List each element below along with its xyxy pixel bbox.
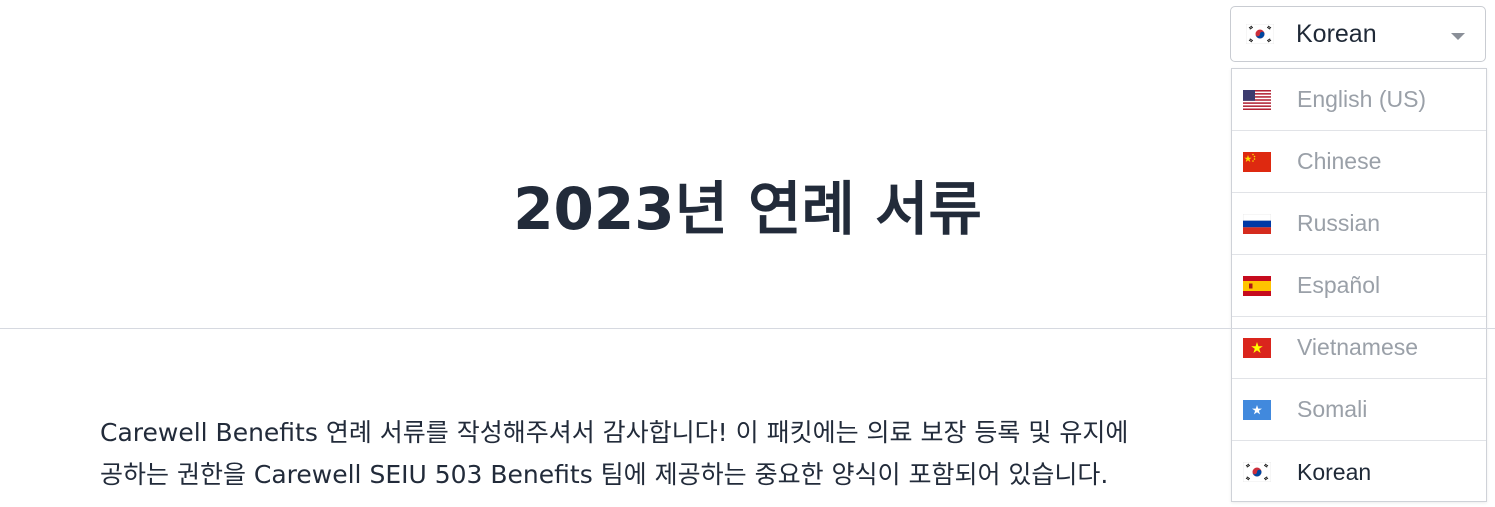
vietnam-flag-icon — [1243, 337, 1271, 358]
language-option-label: Korean — [1297, 458, 1372, 485]
somalia-flag-icon — [1243, 399, 1271, 420]
language-option-spanish[interactable]: Español — [1232, 255, 1486, 317]
language-option-label: Vietnamese — [1297, 334, 1419, 360]
section-divider — [0, 328, 1495, 329]
intro-line-1: Carewell Benefits 연례 서류를 작성해주셔서 감사합니다! 이… — [100, 418, 1129, 447]
language-select[interactable]: Korean — [1230, 6, 1486, 62]
korea-flag-icon — [1243, 462, 1271, 482]
spain-flag-icon — [1243, 275, 1271, 296]
language-option-english[interactable]: English (US) — [1232, 69, 1486, 131]
korea-flag-icon — [1246, 24, 1274, 44]
us-flag-icon — [1243, 89, 1271, 110]
language-option-vietnamese[interactable]: Vietnamese — [1232, 317, 1486, 379]
language-option-label: Español — [1297, 272, 1381, 298]
intro-line-2: 공하는 권한을 Carewell SEIU 503 Benefits 팀에 제공… — [100, 460, 1109, 489]
language-option-label: English (US) — [1297, 86, 1427, 112]
language-option-label: Somali — [1297, 396, 1368, 422]
language-option-korean[interactable]: Korean — [1232, 441, 1486, 503]
page-title: 2023년 연례 서류 — [513, 175, 982, 243]
chevron-down-icon — [1451, 33, 1465, 40]
intro-paragraph: Carewell Benefits 연례 서류를 작성해주셔서 감사합니다! 이… — [100, 412, 1230, 496]
language-select-value: Korean — [1296, 19, 1377, 48]
language-option-somali[interactable]: Somali — [1232, 379, 1486, 441]
language-dropdown-menu: English (US) Chinese Russian Español Vie… — [1231, 68, 1487, 502]
